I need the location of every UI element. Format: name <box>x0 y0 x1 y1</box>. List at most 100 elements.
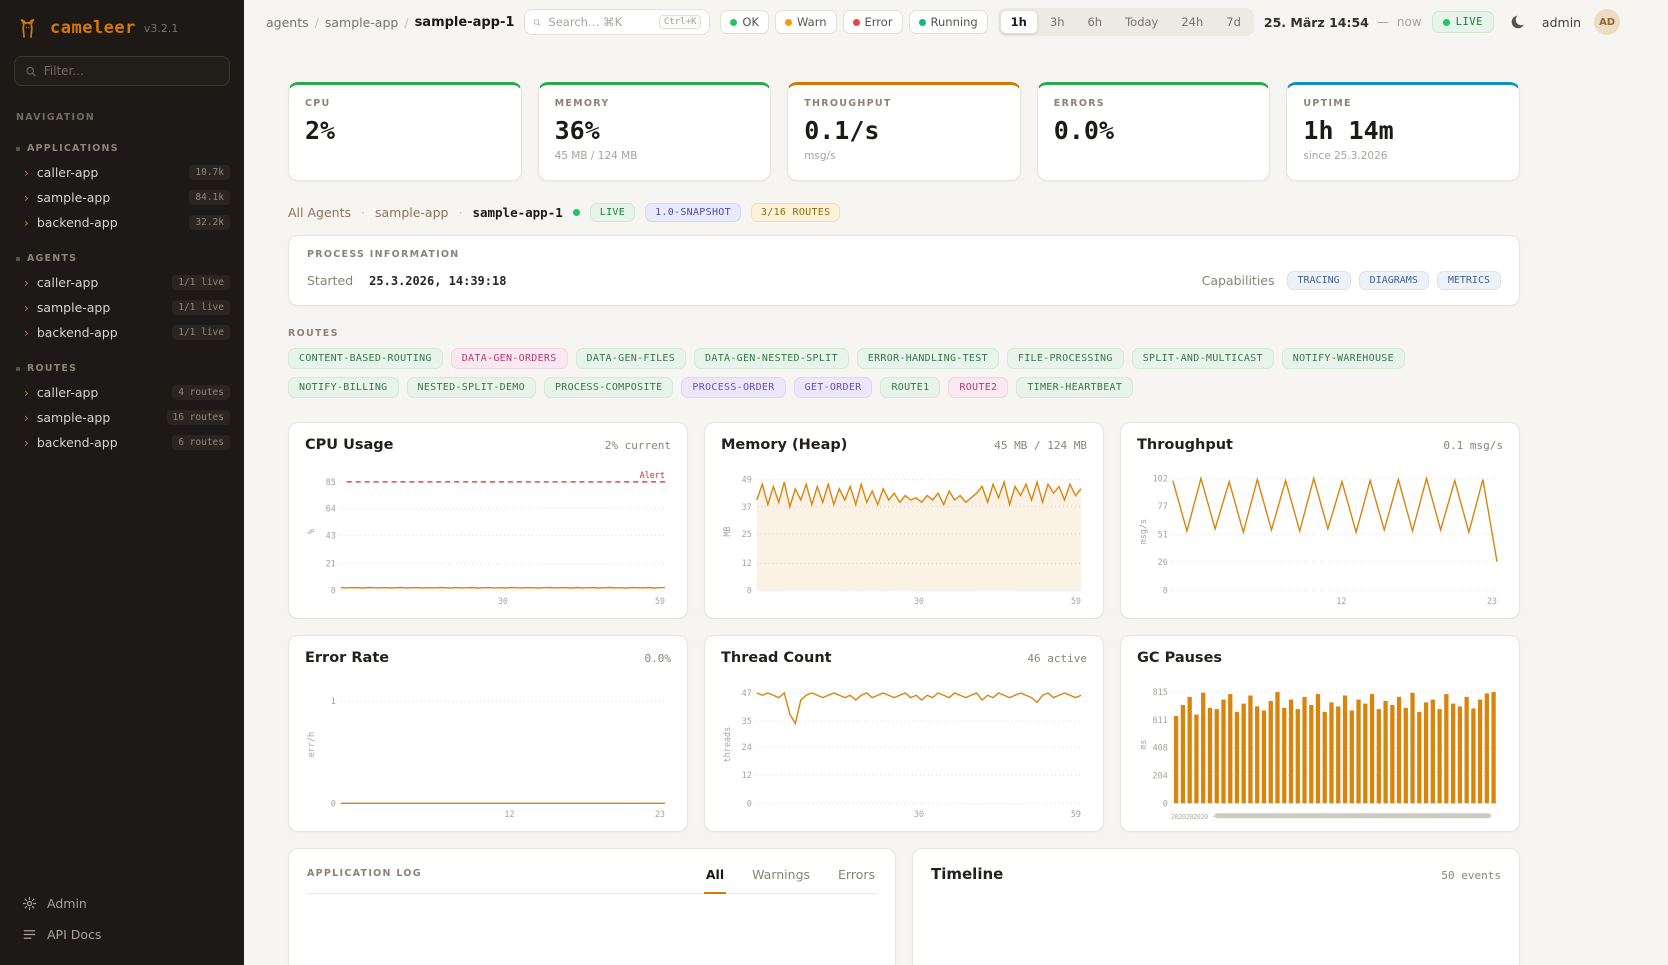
sidebar-filter[interactable] <box>14 56 230 86</box>
svg-text:0: 0 <box>747 585 752 595</box>
route-chip-content-based-routing[interactable]: CONTENT-BASED-ROUTING <box>288 348 443 369</box>
throughput-plot: 1027751260msg/s1223 <box>1137 461 1503 610</box>
sidebar-item-label: caller-app <box>37 385 164 400</box>
global-search[interactable]: Ctrl+K <box>524 9 710 35</box>
svg-text:23: 23 <box>1487 596 1497 606</box>
sidebar-item-agents-sample-app[interactable]: ›sample-app1/1 live <box>0 295 244 320</box>
chevron-right-icon: › <box>24 167 29 179</box>
log-tab-all[interactable]: All <box>704 863 726 894</box>
stat-sub: since 25.3.2026 <box>1303 150 1503 162</box>
sidebar-filter-input[interactable] <box>44 64 219 78</box>
time-range-today[interactable]: Today <box>1114 10 1169 34</box>
route-chip-error-handling-test[interactable]: ERROR-HANDLING-TEST <box>857 348 999 369</box>
section-marker-icon <box>16 367 20 371</box>
section-marker-icon <box>16 147 20 151</box>
chart-head: Memory (Heap)45 MB / 124 MB <box>721 437 1087 453</box>
chart-title-throughput: Throughput <box>1137 437 1233 453</box>
route-chip-process-order[interactable]: PROCESS-ORDER <box>681 377 785 398</box>
time-range-7d[interactable]: 7d <box>1215 10 1252 34</box>
sidebar-item-routes-caller-app[interactable]: ›caller-app4 routes <box>0 380 244 405</box>
svg-text:12: 12 <box>504 809 514 819</box>
gc-x-axis-scrollbar[interactable] <box>1215 813 1491 818</box>
chart-title-cpu-usage: CPU Usage <box>305 437 394 453</box>
date-range[interactable]: 25. März 14:54 — now <box>1264 15 1422 30</box>
route-chip-timer-heartbeat[interactable]: TIMER-HEARTBEAT <box>1016 377 1133 398</box>
chevron-right-icon: › <box>24 387 29 399</box>
sidebar-item-applications-caller-app[interactable]: ›caller-app10.7k <box>0 160 244 185</box>
svg-text:ms: ms <box>1138 740 1148 750</box>
breadcrumb-item-sample-app[interactable]: sample-app <box>325 15 399 30</box>
svg-text:35: 35 <box>742 716 752 726</box>
capabilities-group: Capabilities TRACINGDIAGRAMSMETRICS <box>1202 271 1501 290</box>
route-chip-notify-warehouse[interactable]: NOTIFY-WAREHOUSE <box>1282 348 1405 369</box>
context-row: All Agents·sample-app·sample-app-1LIVE1.… <box>288 203 1520 222</box>
sidebar-item-applications-backend-app[interactable]: ›backend-app32.2k <box>0 210 244 235</box>
sidebar-item-badge: 10.7k <box>189 165 230 180</box>
sidebar-item-badge: 1/1 live <box>172 325 230 340</box>
breadcrumb-item-agents[interactable]: agents <box>266 15 309 30</box>
sidebar-item-api-docs[interactable]: API Docs <box>10 920 234 949</box>
stat-card-errors: ERRORS0.0% <box>1037 82 1271 181</box>
svg-text:204: 204 <box>1153 771 1168 781</box>
search-icon <box>25 65 37 78</box>
chevron-right-icon: › <box>24 192 29 204</box>
svg-text:MB: MB <box>722 527 732 537</box>
sidebar-item-routes-sample-app[interactable]: ›sample-app16 routes <box>0 405 244 430</box>
route-chip-route2[interactable]: ROUTE2 <box>948 377 1008 398</box>
stat-label: MEMORY <box>555 98 755 109</box>
svg-text:err/h: err/h <box>306 732 316 757</box>
status-filter-group: OK Warn Error Running <box>720 10 987 34</box>
live-toggle[interactable]: LIVE <box>1432 11 1494 33</box>
status-filter-label: Warn <box>797 15 827 29</box>
application-log-title: APPLICATION LOG <box>307 868 422 893</box>
svg-text:0: 0 <box>747 798 752 808</box>
time-range-1h[interactable]: 1h <box>1000 10 1038 34</box>
context-crumb-sample-app[interactable]: sample-app <box>375 205 449 220</box>
status-filter-running[interactable]: Running <box>909 10 988 34</box>
status-filter-ok[interactable]: OK <box>720 10 769 34</box>
route-chip-split-and-multicast[interactable]: SPLIT-AND-MULTICAST <box>1132 348 1274 369</box>
sidebar-item-applications-sample-app[interactable]: ›sample-app84.1k <box>0 185 244 210</box>
status-filter-error[interactable]: Error <box>843 10 903 34</box>
route-chip-file-processing[interactable]: FILE-PROCESSING <box>1007 348 1124 369</box>
chevron-right-icon: › <box>24 437 29 449</box>
chevron-right-icon: › <box>24 302 29 314</box>
avatar[interactable]: AD <box>1594 9 1620 35</box>
sidebar-item-agents-caller-app[interactable]: ›caller-app1/1 live <box>0 270 244 295</box>
stat-card-cpu: CPU2% <box>288 82 522 181</box>
route-chip-data-gen-files[interactable]: DATA-GEN-FILES <box>576 348 687 369</box>
time-range-6h[interactable]: 6h <box>1076 10 1113 34</box>
sidebar-section-agents: AGENTS›caller-app1/1 live›sample-app1/1 … <box>0 249 244 345</box>
route-chip-route1[interactable]: ROUTE1 <box>880 377 940 398</box>
stat-label: UPTIME <box>1303 98 1503 109</box>
sidebar-item-admin[interactable]: Admin <box>10 889 234 918</box>
stat-value: 1h 14m <box>1303 116 1503 145</box>
route-chip-notify-billing[interactable]: NOTIFY-BILLING <box>288 377 399 398</box>
sidebar-item-routes-backend-app[interactable]: ›backend-app6 routes <box>0 430 244 455</box>
content: CPU2%MEMORY36%45 MB / 124 MBTHROUGHPUT0.… <box>244 44 1668 965</box>
chart-head: Throughput0.1 msg/s <box>1137 437 1503 453</box>
theme-toggle-button[interactable] <box>1507 11 1529 33</box>
log-tab-warnings[interactable]: Warnings <box>750 863 812 894</box>
route-chip-data-gen-nested-split[interactable]: DATA-GEN-NESTED-SPLIT <box>694 348 849 369</box>
sidebar-section-applications: APPLICATIONS›caller-app10.7k›sample-app8… <box>0 139 244 235</box>
status-filter-label: Error <box>865 15 893 29</box>
route-chip-process-composite[interactable]: PROCESS-COMPOSITE <box>544 377 673 398</box>
breadcrumb: agents/sample-app/sample-app-1 <box>266 15 514 30</box>
sidebar-item-label: caller-app <box>37 275 164 290</box>
context-separator: · <box>458 205 462 220</box>
time-range-24h[interactable]: 24h <box>1170 10 1214 34</box>
gear-icon <box>22 896 37 911</box>
time-range-3h[interactable]: 3h <box>1039 10 1076 34</box>
global-search-input[interactable] <box>548 15 651 29</box>
chart-card-error-rate: Error Rate0.0%10err/h1223 <box>288 635 688 832</box>
route-chip-nested-split-demo[interactable]: NESTED-SPLIT-DEMO <box>407 377 536 398</box>
topbar: agents/sample-app/sample-app-1 Ctrl+K OK… <box>244 0 1668 44</box>
route-chip-get-order[interactable]: GET-ORDER <box>794 377 873 398</box>
log-tab-errors[interactable]: Errors <box>836 863 877 894</box>
sidebar-item-agents-backend-app[interactable]: ›backend-app1/1 live <box>0 320 244 345</box>
status-filter-warn[interactable]: Warn <box>775 10 837 34</box>
route-chip-data-gen-orders[interactable]: DATA-GEN-ORDERS <box>451 348 568 369</box>
context-crumb-all-agents[interactable]: All Agents <box>288 205 351 220</box>
thread-count-plot: 473524120threads3059 <box>721 674 1087 823</box>
